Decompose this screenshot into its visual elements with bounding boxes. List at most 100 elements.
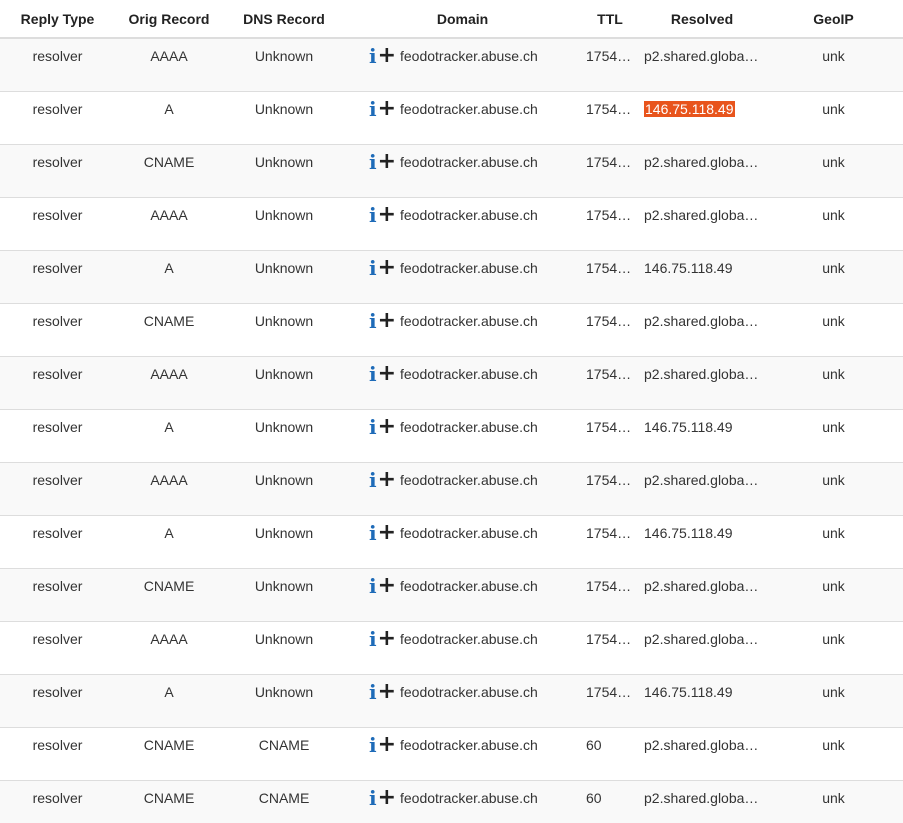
table-row: resolver A Unknown i+ feodotracker.abuse.ch 1… xyxy=(0,250,903,303)
table-row: resolver CNAME CNAME i+ feodotracker.abuse.c… xyxy=(0,780,903,823)
column-header-orig-record[interactable]: Orig Record xyxy=(115,0,223,39)
resolved-cell: p2.shared.global… xyxy=(640,144,764,197)
plus-icon[interactable]: + xyxy=(378,97,396,119)
plus-icon[interactable]: + xyxy=(378,150,396,172)
orig-record-cell: A xyxy=(164,259,174,276)
info-icon[interactable]: i xyxy=(369,311,377,331)
resolved-cell: p2.shared.global… xyxy=(640,780,764,823)
ttl-cell: 17543… xyxy=(586,524,639,541)
dns-record-cell: Unknown xyxy=(254,365,314,382)
resolved-value: p2.shared.global… xyxy=(644,365,762,382)
table-row: resolver A Unknown i+ feodotracker.abuse.ch 1… xyxy=(0,515,903,568)
info-icon[interactable]: i xyxy=(369,205,377,225)
table-row: resolver AAAA Unknown i+ feodotracker.abuse.… xyxy=(0,197,903,250)
plus-icon[interactable]: + xyxy=(378,627,396,649)
table-row: resolver AAAA Unknown i+ feodotracker.abuse.… xyxy=(0,356,903,409)
plus-icon[interactable]: + xyxy=(378,786,396,808)
info-icon[interactable]: i xyxy=(369,788,377,808)
ttl-cell: 17543… xyxy=(586,100,639,117)
geoip-cell: unk xyxy=(822,365,845,382)
geoip-cell: unk xyxy=(822,630,845,647)
reply-type-cell: resolver xyxy=(32,153,83,170)
dns-record-cell: Unknown xyxy=(254,471,314,488)
ttl-cell: 60 xyxy=(586,789,602,806)
table-row: resolver A Unknown i+ feodotracker.abuse.ch 1… xyxy=(0,674,903,727)
geoip-cell: unk xyxy=(822,683,845,700)
table-row: resolver CNAME Unknown i+ feodotracker.abuse… xyxy=(0,568,903,621)
table-row: resolver A Unknown i+ feodotracker.abuse.ch 1… xyxy=(0,91,903,144)
info-icon[interactable]: i xyxy=(369,470,377,490)
plus-icon[interactable]: + xyxy=(378,203,396,225)
dns-record-cell: CNAME xyxy=(258,736,310,753)
dns-record-cell: CNAME xyxy=(258,789,310,806)
reply-type-cell: resolver xyxy=(32,471,83,488)
domain-cell: feodotracker.abuse.ch xyxy=(400,418,538,435)
resolved-cell: p2.shared.global… xyxy=(640,727,764,780)
row-actions: i+ xyxy=(345,727,400,780)
table-row: resolver A Unknown i+ feodotracker.abuse.ch 1… xyxy=(0,409,903,462)
domain-cell: feodotracker.abuse.ch xyxy=(400,524,538,541)
plus-icon[interactable]: + xyxy=(378,256,396,278)
plus-icon[interactable]: + xyxy=(378,680,396,702)
orig-record-cell: AAAA xyxy=(150,630,188,647)
info-icon[interactable]: i xyxy=(369,152,377,172)
geoip-cell: unk xyxy=(822,789,845,806)
domain-cell: feodotracker.abuse.ch xyxy=(400,630,538,647)
column-header-ttl[interactable]: TTL xyxy=(580,0,640,39)
info-icon[interactable]: i xyxy=(369,523,377,543)
dns-record-cell: Unknown xyxy=(254,577,314,594)
row-actions: i+ xyxy=(345,303,400,356)
column-header-resolved[interactable]: Resolved xyxy=(640,0,764,39)
resolved-value-highlighted: 146.75.118.49 xyxy=(644,100,735,117)
domain-cell: feodotracker.abuse.ch xyxy=(400,100,538,117)
resolved-cell: 146.75.118.49 xyxy=(640,91,764,144)
reply-type-cell: resolver xyxy=(32,577,83,594)
plus-icon[interactable]: + xyxy=(378,521,396,543)
plus-icon[interactable]: + xyxy=(378,309,396,331)
resolved-value: p2.shared.global… xyxy=(644,471,762,488)
orig-record-cell: AAAA xyxy=(150,206,188,223)
info-icon[interactable]: i xyxy=(369,258,377,278)
domain-cell: feodotracker.abuse.ch xyxy=(400,153,538,170)
info-icon[interactable]: i xyxy=(369,735,377,755)
orig-record-cell: CNAME xyxy=(143,789,195,806)
table-row: resolver CNAME CNAME i+ feodotracker.abuse.c… xyxy=(0,727,903,780)
plus-icon[interactable]: + xyxy=(378,45,396,67)
column-header-dns-record[interactable]: DNS Record xyxy=(223,0,345,39)
info-icon[interactable]: i xyxy=(369,576,377,596)
plus-icon[interactable]: + xyxy=(378,415,396,437)
table-row: resolver AAAA Unknown i+ feodotracker.abuse.… xyxy=(0,462,903,515)
ttl-cell: 17543… xyxy=(586,259,639,276)
reply-type-cell: resolver xyxy=(32,259,83,276)
plus-icon[interactable]: + xyxy=(378,733,396,755)
ttl-cell: 17543… xyxy=(586,153,639,170)
column-header-domain[interactable]: Domain xyxy=(345,0,580,39)
row-actions: i+ xyxy=(345,409,400,462)
column-header-reply-type[interactable]: Reply Type xyxy=(0,0,115,39)
info-icon[interactable]: i xyxy=(369,364,377,384)
row-actions: i+ xyxy=(345,144,400,197)
domain-cell: feodotracker.abuse.ch xyxy=(400,312,538,329)
plus-icon[interactable]: + xyxy=(378,468,396,490)
dns-reply-table: Reply Type Orig Record DNS Record Domain… xyxy=(0,0,903,823)
dns-record-cell: Unknown xyxy=(254,48,314,64)
geoip-cell: unk xyxy=(822,418,845,435)
resolved-value: p2.shared.global… xyxy=(644,577,762,594)
info-icon[interactable]: i xyxy=(369,417,377,437)
row-actions: i+ xyxy=(345,91,400,144)
table-row: resolver CNAME Unknown i+ feodotracker.abuse… xyxy=(0,144,903,197)
row-actions: i+ xyxy=(345,515,400,568)
info-icon[interactable]: i xyxy=(369,99,377,119)
geoip-cell: unk xyxy=(822,259,845,276)
plus-icon[interactable]: + xyxy=(378,362,396,384)
dns-record-cell: Unknown xyxy=(254,312,314,329)
geoip-cell: unk xyxy=(822,206,845,223)
info-icon[interactable]: i xyxy=(369,46,377,66)
info-icon[interactable]: i xyxy=(369,682,377,702)
reply-type-cell: resolver xyxy=(32,312,83,329)
row-actions: i+ xyxy=(345,568,400,621)
plus-icon[interactable]: + xyxy=(378,574,396,596)
column-header-geoip[interactable]: GeoIP xyxy=(764,0,903,39)
info-icon[interactable]: i xyxy=(369,629,377,649)
dns-record-cell: Unknown xyxy=(254,153,314,170)
